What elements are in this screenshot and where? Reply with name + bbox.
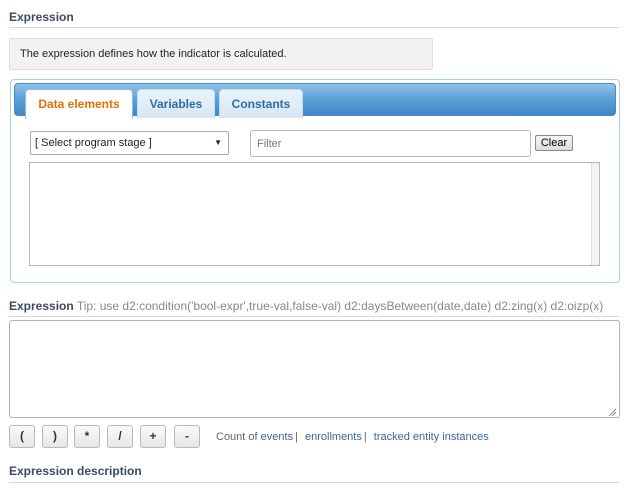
tab-variables[interactable]: Variables — [137, 89, 215, 118]
link-separator: | — [363, 431, 367, 443]
program-stage-select-value: [ Select program stage ] — [35, 137, 152, 149]
expression-section-title: Expression — [9, 10, 74, 24]
divider — [9, 482, 619, 483]
divide-button[interactable]: / — [107, 425, 133, 448]
plus-button[interactable]: + — [140, 425, 166, 448]
list-scrollbar[interactable] — [591, 163, 599, 265]
filter-input[interactable] — [250, 130, 531, 157]
clear-button[interactable]: Clear — [535, 135, 573, 151]
tab-constants[interactable]: Constants — [219, 89, 303, 118]
program-stage-select[interactable]: [ Select program stage ] ▼ — [30, 131, 229, 155]
expression-textarea[interactable] — [9, 320, 620, 418]
expression-tip: Tip: use d2:condition('bool-expr',true-v… — [76, 299, 604, 313]
open-paren-button[interactable]: ( — [9, 425, 35, 448]
multiply-button[interactable]: * — [74, 425, 100, 448]
resize-grip-icon[interactable] — [608, 408, 616, 416]
expression-label: Expression — [9, 299, 74, 313]
tracked-entity-instances-link[interactable]: tracked entity instances — [374, 431, 489, 443]
events-link[interactable]: events — [261, 431, 293, 443]
chevron-down-icon: ▼ — [214, 138, 222, 147]
tabs-panel: Data elements Variables Constants [ Sele… — [10, 79, 620, 283]
link-separator: | — [295, 431, 298, 443]
tab-bar: Data elements Variables Constants — [14, 83, 616, 119]
divider — [9, 316, 619, 317]
minus-button[interactable]: - — [174, 425, 200, 448]
enrollments-link[interactable]: enrollments — [305, 431, 362, 443]
count-of-label: Count of — [216, 431, 258, 443]
close-paren-button[interactable]: ) — [42, 425, 68, 448]
expression-description-title: Expression description — [9, 464, 142, 478]
divider — [9, 27, 619, 28]
data-elements-list[interactable] — [29, 162, 600, 266]
tab-data-elements[interactable]: Data elements — [25, 89, 133, 119]
count-of-links: Count of events | enrollments | tracked en… — [216, 431, 489, 443]
expression-help-box: The expression defines how the indicator… — [9, 38, 433, 70]
expression-editor-label: Expression Tip: use d2:condition('bool-e… — [9, 299, 603, 313]
